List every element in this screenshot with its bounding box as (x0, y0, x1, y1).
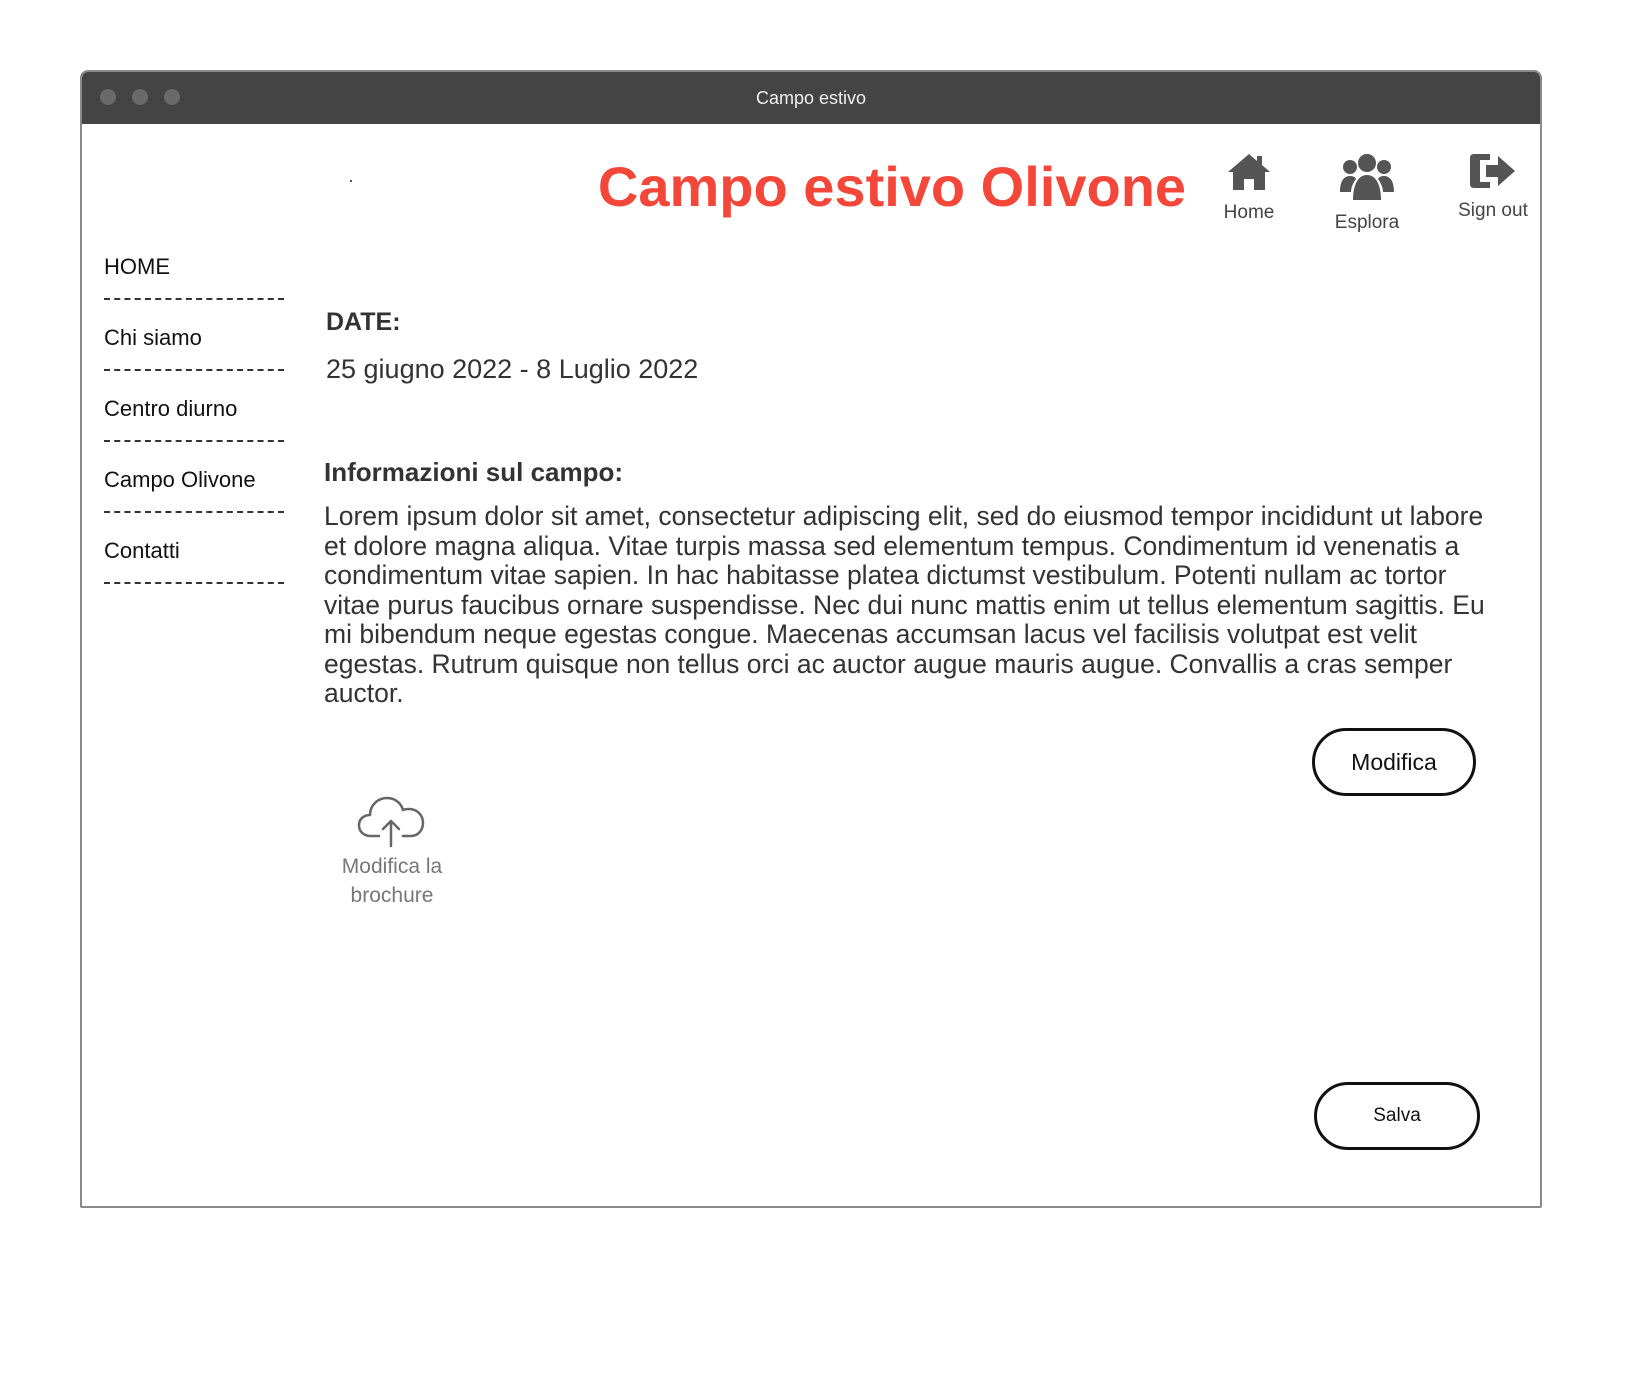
window-title: Campo estivo (755, 88, 867, 108)
save-button[interactable]: Salva (1314, 1082, 1480, 1150)
app-window: Campo estivo Campo estivo Olivone Home E… (80, 70, 1542, 1208)
edit-button[interactable]: Modifica (1312, 728, 1476, 796)
sidebar-item-home[interactable]: HOME (104, 254, 304, 325)
date-heading: DATE: (326, 308, 401, 336)
nav-sign-out[interactable]: Sign out (1438, 152, 1540, 222)
sidebar-item-centro-diurno[interactable]: Centro diurno (104, 396, 304, 467)
sidebar-item-label: HOME (104, 254, 170, 279)
info-text: Lorem ipsum dolor sit amet, consectetur … (324, 501, 1485, 708)
sidebar-item-campo-olivone[interactable]: Campo Olivone (104, 467, 304, 538)
sidebar-item-label: Chi siamo (104, 325, 202, 350)
cloud-upload-icon (357, 796, 425, 848)
nav-home[interactable]: Home (1194, 152, 1304, 224)
window-titlebar: Campo estivo (82, 72, 1540, 124)
nav-home-label: Home (1223, 202, 1275, 223)
upload-label-line2: brochure (350, 884, 434, 907)
sidebar-divider (104, 298, 284, 300)
info-heading: Informazioni sul campo: (324, 457, 624, 487)
sidebar-divider (104, 369, 284, 371)
home-icon (1228, 154, 1270, 190)
sidebar-item-contatti[interactable]: Contatti (104, 538, 304, 609)
upload-brochure-button[interactable]: Modifica la brochure (322, 794, 462, 910)
nav-esplora-label: Esplora (1334, 212, 1400, 233)
users-icon (1340, 154, 1394, 200)
sign-out-icon (1470, 154, 1515, 188)
upload-label-line1: Modifica la (341, 855, 443, 878)
sidebar-item-label: Centro diurno (104, 396, 238, 421)
nav-esplora[interactable]: Esplora (1312, 152, 1422, 234)
sidebar-divider (104, 440, 284, 442)
page-title: Campo estivo Olivone (597, 155, 1187, 218)
sidebar-divider (104, 582, 284, 584)
sidebar-item-chi-siamo[interactable]: Chi siamo (104, 325, 304, 396)
sidebar-divider (104, 511, 284, 513)
decorative-dot (350, 180, 352, 182)
sidebar-item-label: Contatti (104, 538, 180, 563)
date-value: 25 giugno 2022 - 8 Luglio 2022 (326, 354, 699, 384)
sidebar: HOME Chi siamo Centro diurno Campo Olivo… (104, 254, 304, 609)
nav-sign-out-label: Sign out (1458, 200, 1528, 221)
sidebar-item-label: Campo Olivone (104, 467, 256, 492)
